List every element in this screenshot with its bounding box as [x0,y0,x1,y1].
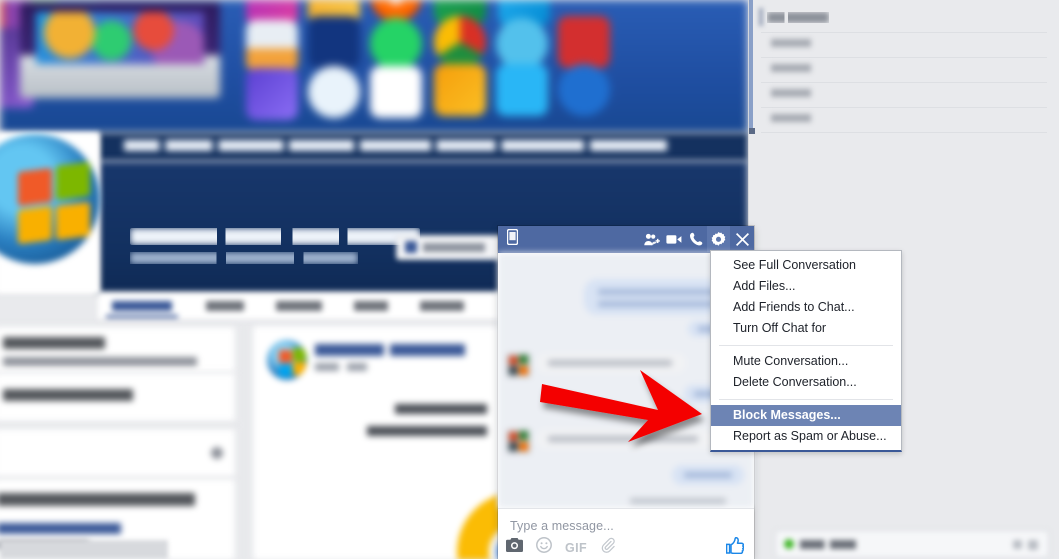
sidebar-card-people [0,326,236,374]
feed-post [252,325,502,559]
video-camera-icon[interactable] [663,226,685,252]
page-title [130,228,420,245]
page-category [130,252,358,264]
chat-bar-label [800,540,856,549]
post-timestamp [315,363,367,371]
sidebar-section-marker [759,8,763,26]
chat-window-header [498,226,754,253]
menu-divider [719,345,893,346]
sidebar-section-title [767,12,829,23]
menu-item-mute-conversation[interactable]: Mute Conversation... [711,351,901,372]
message-bubble-incoming [536,353,686,373]
list-item[interactable] [771,39,811,47]
menu-item-add-files[interactable]: Add Files... [711,276,901,297]
menu-item-report-as-spam-or-abuse[interactable]: Report as Spam or Abuse... [711,426,901,447]
post-text-line [367,426,487,436]
tab-about[interactable] [206,301,244,311]
menu-item-delete-conversation[interactable]: Delete Conversation... [711,372,901,393]
post-text-line [395,404,487,414]
chat-settings-icon[interactable] [1013,540,1022,549]
message-input[interactable]: Type a message... [510,519,614,533]
chat-settings-context-menu[interactable]: See Full Conversation Add Files... Add F… [710,250,902,452]
chat-sidebar-bar[interactable] [775,530,1049,558]
thumbs-up-icon[interactable] [725,536,745,559]
camera-icon[interactable] [506,538,523,557]
menu-item-see-full-conversation[interactable]: See Full Conversation [711,255,901,276]
paperclip-icon[interactable] [600,537,616,558]
like-page-button[interactable] [396,235,502,260]
tab-timeline[interactable] [112,301,172,311]
mobile-icon[interactable] [506,228,519,250]
chat-window-actions [641,226,754,252]
message-timestamp [630,498,726,504]
cover-photo-caption [98,133,748,161]
chat-composer: Type a message... GIF [498,508,754,559]
page-scrollbar-arrow[interactable] [749,128,755,134]
composer-tools: GIF [506,537,616,558]
screenshot-root: Type a message... GIF See Full Conversat… [0,0,1059,559]
post-author-name[interactable] [315,344,465,356]
post-author-avatar[interactable] [267,340,307,380]
sidebar-card-photo [0,428,236,478]
context-menu-group-1: See Full Conversation Add Files... Add F… [711,255,901,340]
gear-icon[interactable] [707,226,730,252]
menu-item-block-messages[interactable]: Block Messages... [711,405,901,426]
chat-search-icon[interactable] [1028,540,1038,550]
menu-divider [719,399,893,400]
cover-photo[interactable] [0,0,748,133]
context-menu-group-2: Mute Conversation... Delete Conversation… [711,351,901,394]
page-scrollbar[interactable] [749,0,753,130]
gif-label[interactable]: GIF [565,541,587,555]
tab-likes[interactable] [354,301,388,311]
sidebar-bottom-block [0,540,168,559]
tab-photos[interactable] [276,301,322,311]
list-item[interactable] [771,89,811,97]
close-icon[interactable] [730,226,754,252]
tab-videos[interactable] [420,301,464,311]
smiley-icon[interactable] [536,537,552,558]
online-status-dot [784,539,794,549]
context-menu-group-3: Block Messages... Report as Spam or Abus… [711,405,901,450]
avatar[interactable] [506,353,531,378]
avatar[interactable] [506,429,531,454]
list-item[interactable] [771,64,811,72]
phone-icon[interactable] [685,226,707,252]
add-people-icon[interactable] [641,226,663,252]
sidebar-card-friends [0,372,236,422]
message-bubble-outgoing [672,465,744,485]
list-item[interactable] [771,114,811,122]
menu-item-turn-off-chat-for[interactable]: Turn Off Chat for [711,318,901,339]
message-bubble-incoming [536,429,714,449]
menu-item-add-friends-to-chat[interactable]: Add Friends to Chat... [711,297,901,318]
post-image[interactable] [261,458,501,559]
